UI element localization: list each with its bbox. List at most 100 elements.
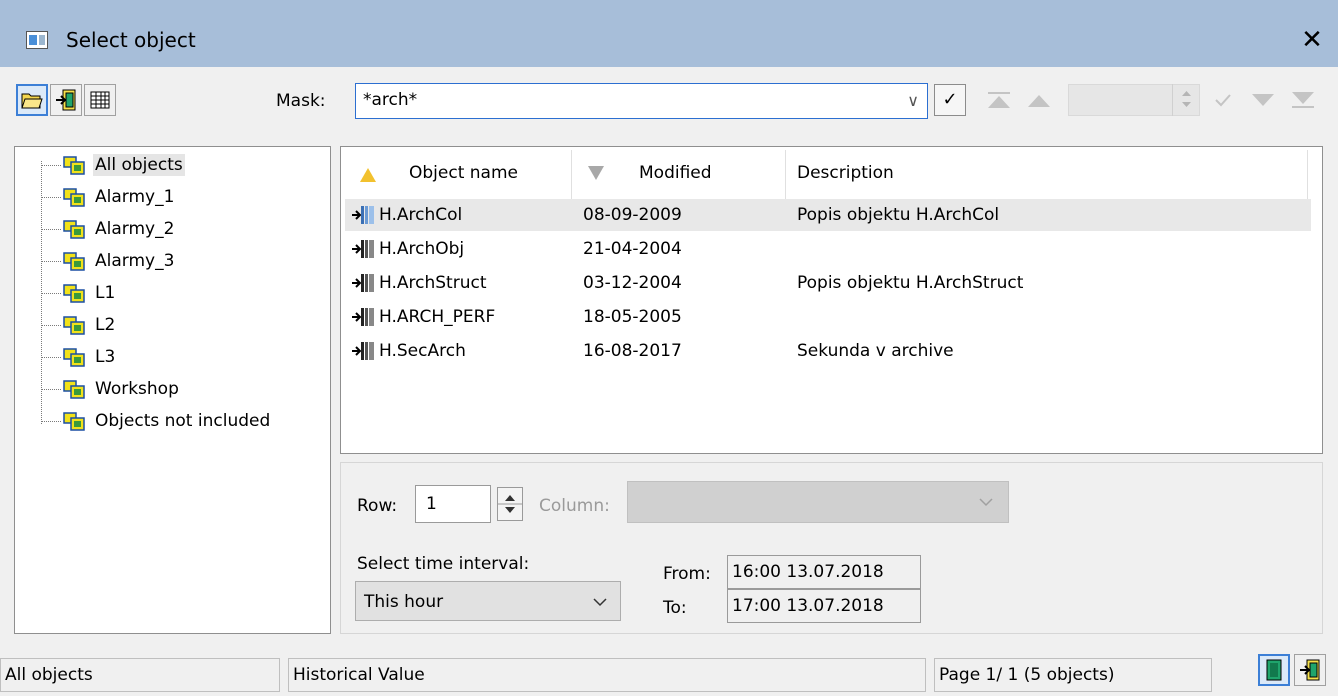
close-button[interactable]: ✕ [1294, 22, 1330, 58]
column-header-object-name[interactable]: Object name [409, 159, 518, 187]
tree-connector [41, 357, 61, 358]
tree-item-label: L3 [95, 347, 116, 367]
row-spinner[interactable] [497, 487, 523, 521]
tree-item[interactable]: L2 [63, 309, 117, 341]
door-open-icon [1266, 659, 1282, 681]
column-header-modified[interactable]: Modified [639, 159, 712, 187]
object-name: H.ArchObj [379, 239, 465, 259]
tree-connector [41, 261, 61, 262]
time-interval-select[interactable]: This hour [355, 581, 621, 621]
from-value: 16:00 13.07.2018 [732, 562, 884, 582]
table-row[interactable]: H.ARCH_PERF 18-05-2005 [345, 301, 1311, 333]
mask-value: *arch* [363, 90, 418, 110]
tree-item[interactable]: Alarmy_1 [63, 181, 176, 213]
column-separator [785, 150, 786, 202]
object-group-icon [63, 412, 85, 431]
from-label: From: [663, 564, 711, 584]
page-number-spinner[interactable] [1172, 84, 1200, 116]
exit-button[interactable] [50, 84, 82, 116]
tree-item[interactable]: L1 [63, 277, 117, 309]
object-group-icon [63, 316, 85, 335]
sort-descending-icon [588, 166, 604, 180]
time-interval-label: Select time interval: [357, 554, 530, 574]
options-panel: Row: 1 Column: Select time interval: Thi… [340, 462, 1323, 634]
archive-object-icon [352, 206, 374, 224]
column-separator [1307, 150, 1308, 202]
tree-item[interactable]: L3 [63, 341, 117, 373]
tree-item-label: Alarmy_1 [95, 187, 175, 207]
tree-connector [41, 325, 61, 326]
chevron-down-icon [979, 498, 993, 507]
tree-item-label: All objects [93, 154, 185, 176]
table-row[interactable]: H.ArchCol 08-09-2009 Popis objektu H.ArchC… [345, 199, 1311, 231]
tree-connector [41, 421, 61, 422]
to-field: 17:00 13.07.2018 [727, 589, 921, 623]
grid-icon [90, 91, 110, 109]
tree-item[interactable]: Alarmy_3 [63, 245, 176, 277]
mask-combobox[interactable]: *arch* ∨ [355, 83, 928, 119]
tree-item[interactable]: Alarmy_2 [63, 213, 176, 245]
tree-item[interactable]: Objects not included [63, 405, 272, 437]
window-title: Select object [66, 28, 196, 52]
table-row[interactable]: H.ArchObj 21-04-2004 [345, 233, 1311, 265]
object-list[interactable]: Object name Modified Description H.ArchC… [340, 146, 1323, 454]
exit-dialog-button[interactable] [1294, 654, 1326, 686]
object-modified: 16-08-2017 [583, 341, 682, 361]
object-modified: 21-04-2004 [583, 239, 682, 259]
object-group-icon [63, 252, 85, 271]
open-folder-button[interactable] [16, 84, 48, 116]
confirm-icon [1215, 94, 1231, 107]
table-row[interactable]: H.ArchStruct 03-12-2004 Popis objektu H.Ar… [345, 267, 1311, 299]
sort-ascending-icon [360, 168, 376, 182]
tree-connector [41, 293, 61, 294]
status-group: All objects [0, 658, 280, 692]
to-value: 17:00 13.07.2018 [732, 596, 884, 616]
first-page-button[interactable] [982, 84, 1016, 116]
time-interval-value: This hour [364, 592, 444, 612]
apply-mask-button[interactable]: ✓ [934, 84, 966, 116]
open-folder-icon [21, 93, 43, 109]
column-header-description[interactable]: Description [797, 159, 894, 187]
tree-connector [41, 389, 61, 390]
tree-connector [41, 197, 61, 198]
spinner-arrows-icon [498, 495, 522, 513]
object-name: H.ARCH_PERF [379, 307, 496, 327]
next-page-button[interactable] [1246, 84, 1280, 116]
grid-view-button[interactable] [84, 84, 116, 116]
column-combobox[interactable] [627, 481, 1009, 523]
tree-item-label: Alarmy_2 [95, 219, 175, 239]
object-group-icon [63, 380, 85, 399]
confirm-page-button[interactable] [1206, 84, 1240, 116]
row-input[interactable]: 1 [415, 485, 491, 523]
object-group-icon [63, 348, 85, 367]
archive-object-icon [352, 240, 374, 258]
last-page-button[interactable] [1286, 84, 1320, 116]
group-tree[interactable]: All objects Alarmy_1 Alarmy_2 Alarmy_3 L1 L2 L… [14, 146, 331, 634]
tree-item[interactable]: Workshop [63, 373, 181, 405]
ok-button[interactable] [1258, 654, 1290, 686]
prev-page-button[interactable] [1022, 84, 1056, 116]
list-header: Object name Modified Description [341, 147, 1309, 203]
object-description: Sekunda v archive [797, 341, 954, 361]
object-group-icon [63, 284, 85, 303]
column-label: Column: [539, 496, 610, 516]
from-field: 16:00 13.07.2018 [727, 555, 921, 589]
tree-item[interactable]: All objects [63, 149, 185, 181]
exit-door-icon [56, 89, 76, 111]
archive-object-icon [352, 308, 374, 326]
tree-item-label: Alarmy_3 [95, 251, 175, 271]
object-modified: 18-05-2005 [583, 307, 682, 327]
spinner-arrows-icon [1182, 91, 1191, 107]
row-label: Row: [357, 496, 398, 516]
tree-item-label: Workshop [95, 379, 179, 399]
tree-item-label: L2 [95, 315, 116, 335]
title-bar [0, 0, 1338, 67]
status-value-type: Historical Value [288, 658, 926, 692]
tree-connector [41, 165, 61, 166]
prev-page-icon [1028, 95, 1050, 107]
table-row[interactable]: H.SecArch 16-08-2017 Sekunda v archive [345, 335, 1311, 367]
last-page-icon [1292, 92, 1314, 108]
tree-connector [41, 229, 61, 230]
object-description: Popis objektu H.ArchStruct [797, 273, 1024, 293]
chevron-down-icon[interactable]: ∨ [907, 88, 919, 114]
